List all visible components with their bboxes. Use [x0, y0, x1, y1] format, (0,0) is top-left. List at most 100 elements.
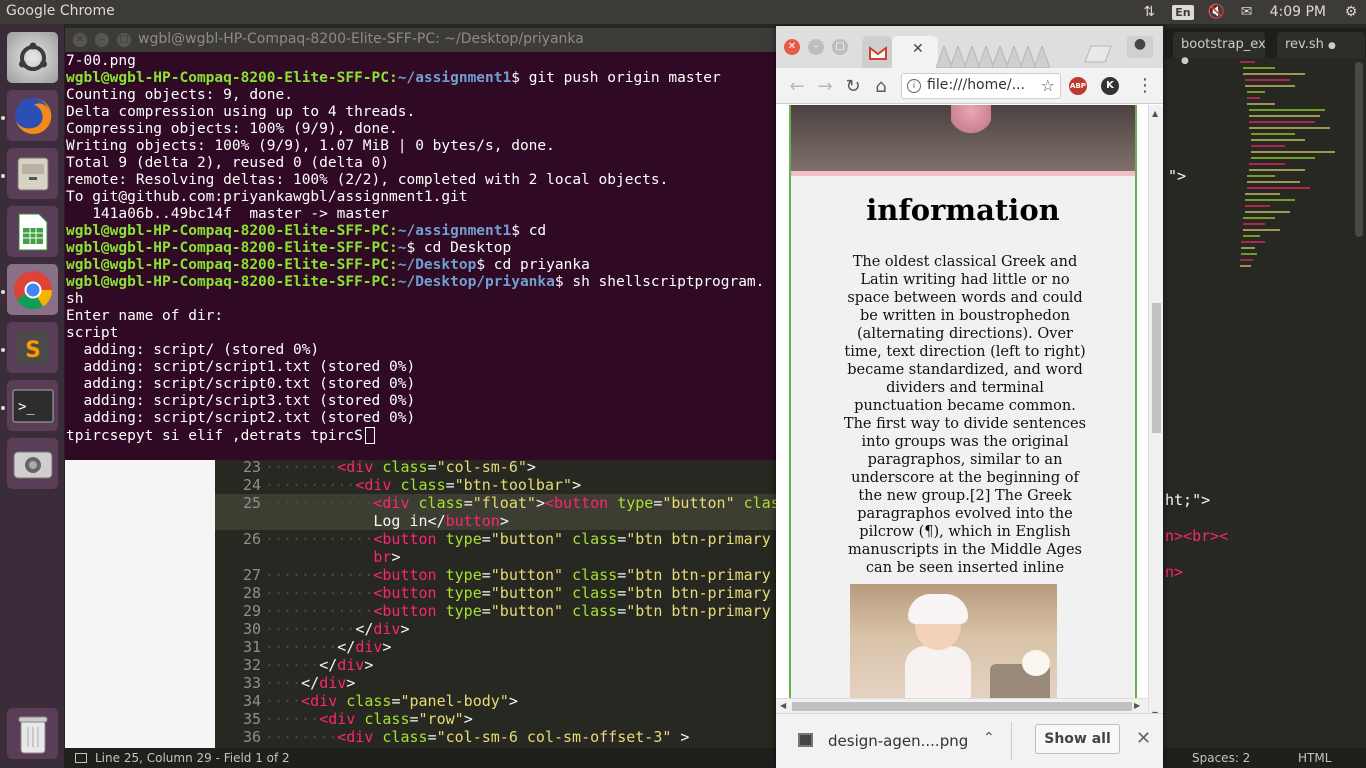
scroll-thumb[interactable] — [1152, 303, 1161, 433]
code-line[interactable]: 30 ··········</div> — [215, 620, 780, 638]
terminal-output[interactable]: 7-00.png wgbl@wgbl-HP-Compaq-8200-Elite-S… — [66, 53, 777, 460]
forward-icon[interactable]: → — [814, 76, 836, 97]
close-icon[interactable]: ✕ — [1136, 728, 1151, 749]
back-icon[interactable]: ← — [786, 76, 808, 97]
bookmark-star-icon[interactable]: ☆ — [1041, 76, 1055, 95]
terminal-window[interactable]: ✕ – □ wgbl@wgbl-HP-Compaq-8200-Elite-SFF… — [65, 28, 777, 460]
code-line[interactable]: 27 ············<button type="button" clas… — [215, 566, 780, 584]
close-icon[interactable]: ✕ — [73, 33, 87, 47]
vertical-scrollbar[interactable]: ▲ ▼ — [1148, 105, 1163, 725]
firefox-icon[interactable] — [7, 90, 58, 141]
tab-bootstrap[interactable]: bootstrap_ex ● — [1173, 32, 1266, 66]
page-viewport[interactable]: information The oldest classical Greek a… — [776, 105, 1148, 725]
code-line[interactable]: 28 ············<button type="button" clas… — [215, 584, 780, 602]
tab-gmail[interactable] — [862, 36, 892, 68]
chrome-window[interactable]: ✕ – □ ✕ ● ← → ↻ ⌂ i file:///home/... ☆ A… — [776, 26, 1163, 768]
code-text: ··········<div class="btn-toolbar"> — [265, 476, 582, 494]
mail-icon[interactable]: ✉ — [1232, 4, 1262, 20]
terminal-title: wgbl@wgbl-HP-Compaq-8200-Elite-SFF-PC: ~… — [138, 31, 584, 47]
terminal-line: wgbl@wgbl-HP-Compaq-8200-Elite-SFF-PC:~/… — [66, 274, 765, 290]
tab-active[interactable]: ✕ — [892, 36, 938, 68]
code-line[interactable]: br> — [215, 548, 780, 566]
chevron-up-icon[interactable]: ⌃ — [983, 730, 995, 746]
terminal-titlebar[interactable]: ✕ – □ wgbl@wgbl-HP-Compaq-8200-Elite-SFF… — [65, 28, 777, 52]
address-bar[interactable]: i file:///home/... ☆ — [901, 73, 1061, 99]
terminal-line: Delta compression using up to 4 threads. — [66, 104, 416, 120]
collapsed-tabs[interactable] — [936, 46, 1086, 68]
terminal-line: adding: script/script0.txt (stored 0%) — [66, 376, 416, 392]
google-chrome-icon[interactable] — [7, 264, 58, 315]
terminal-icon[interactable]: >_ — [7, 380, 58, 431]
editor-scrollbar[interactable] — [1355, 62, 1363, 237]
code-line[interactable]: Log in</button> — [215, 512, 780, 530]
cheese-webcam-icon[interactable] — [7, 438, 58, 489]
code-line[interactable]: 25 ············<div class="float"><button… — [215, 494, 780, 512]
show-all-button[interactable]: Show all — [1035, 724, 1120, 754]
code-line[interactable]: 31 ········</div> — [215, 638, 780, 656]
info-icon[interactable]: i — [907, 79, 921, 93]
code-area[interactable]: 23 ········<div class="col-sm-6"> 24 ······… — [215, 458, 780, 748]
menu-icon[interactable]: ⋮ — [1136, 75, 1154, 96]
editor-statusbar: Line 25, Column 29 - Field 1 of 2 Spaces… — [65, 748, 1366, 768]
page-card: information The oldest classical Greek a… — [789, 105, 1137, 725]
terminal-line: 7-00.png — [66, 53, 136, 69]
dot-icon: ● — [1328, 41, 1336, 51]
ubuntu-dash-icon[interactable] — [7, 32, 58, 83]
code-line[interactable]: 26 ············<button type="button" clas… — [215, 530, 780, 548]
keyboard-layout[interactable]: En — [1172, 4, 1194, 20]
files-icon[interactable] — [7, 148, 58, 199]
scroll-right-icon[interactable]: ▶ — [1134, 701, 1140, 710]
code-line[interactable]: 35 ······<div class="row"> — [215, 710, 780, 728]
adblock-plus-icon[interactable]: ABP — [1069, 77, 1087, 95]
minimize-icon[interactable]: – — [808, 39, 824, 55]
clock[interactable]: 4:09 PM — [1270, 4, 1326, 20]
close-icon[interactable]: ✕ — [784, 39, 800, 55]
editor-sidebar[interactable] — [65, 458, 215, 748]
trash-icon[interactable] — [7, 708, 58, 759]
code-line[interactable]: 23 ········<div class="col-sm-6"> — [215, 458, 780, 476]
chrome-toolbar: ← → ↻ ⌂ i file:///home/... ☆ ABP K ⋮ — [776, 68, 1163, 104]
tab-close-icon[interactable]: ✕ — [912, 41, 924, 57]
url-text: file:///home/... — [927, 77, 1025, 93]
code-line[interactable]: 32 ······</div> — [215, 656, 780, 674]
code-text: ········<div class="col-sm-6"> — [265, 458, 536, 476]
new-tab-icon[interactable] — [1081, 44, 1115, 64]
code-line[interactable]: 34 ····<div class="panel-body"> — [215, 692, 780, 710]
maximize-icon[interactable]: □ — [117, 33, 131, 47]
code-line[interactable]: 33 ····</div> — [215, 674, 780, 692]
sublime-text-icon[interactable]: S — [7, 322, 58, 373]
scroll-up-icon[interactable]: ▲ — [1152, 109, 1158, 118]
hscroll-thumb[interactable] — [792, 702, 1132, 711]
reload-icon[interactable]: ↻ — [842, 76, 864, 97]
panel-icon[interactable] — [75, 753, 87, 763]
scroll-left-icon[interactable]: ◀ — [780, 701, 786, 710]
svg-text:S: S — [25, 338, 41, 363]
home-icon[interactable]: ⌂ — [870, 76, 892, 97]
code-line[interactable]: 36 ········<div class="col-sm-6 col-sm-of… — [215, 728, 780, 746]
code-text: ············<button type="button" class=… — [265, 530, 780, 548]
maximize-icon[interactable]: □ — [832, 39, 848, 55]
chrome-logo-icon — [13, 270, 52, 309]
pink-divider — [791, 171, 1135, 176]
network-transfer-icon[interactable]: ⇅ — [1134, 4, 1164, 20]
code-text: ············<button type="button" class=… — [265, 566, 780, 584]
code-text: ············<button type="button" class=… — [265, 602, 780, 620]
status-syntax[interactable]: HTML — [1298, 751, 1331, 765]
gear-icon[interactable]: ⚙ — [1336, 4, 1366, 20]
sublime-logo-icon: S — [16, 330, 49, 365]
terminal-line: remote: Resolving deltas: 100% (2/2), co… — [66, 172, 669, 188]
k-extension-icon[interactable]: K — [1101, 77, 1119, 95]
horizontal-scrollbar[interactable]: ◀ ▶ — [776, 698, 1148, 713]
volume-muted-icon[interactable]: 🔇 — [1202, 4, 1232, 20]
code-line[interactable]: 29 ············<button type="button" clas… — [215, 602, 780, 620]
line-number: 26 — [242, 530, 261, 548]
profile-icon[interactable]: ● — [1127, 36, 1153, 58]
minimize-icon[interactable]: – — [95, 33, 109, 47]
status-spaces[interactable]: Spaces: 2 — [1192, 751, 1250, 765]
tab-rev-sh[interactable]: rev.sh ● — [1277, 32, 1365, 58]
libreoffice-calc-icon[interactable] — [7, 206, 58, 257]
terminal-line: wgbl@wgbl-HP-Compaq-8200-Elite-SFF-PC:~/… — [66, 223, 547, 239]
chrome-titlebar[interactable]: ✕ – □ ✕ ● — [776, 26, 1163, 68]
code-line[interactable]: 24 ··········<div class="btn-toolbar"> — [215, 476, 780, 494]
minimap[interactable] — [1235, 58, 1350, 278]
